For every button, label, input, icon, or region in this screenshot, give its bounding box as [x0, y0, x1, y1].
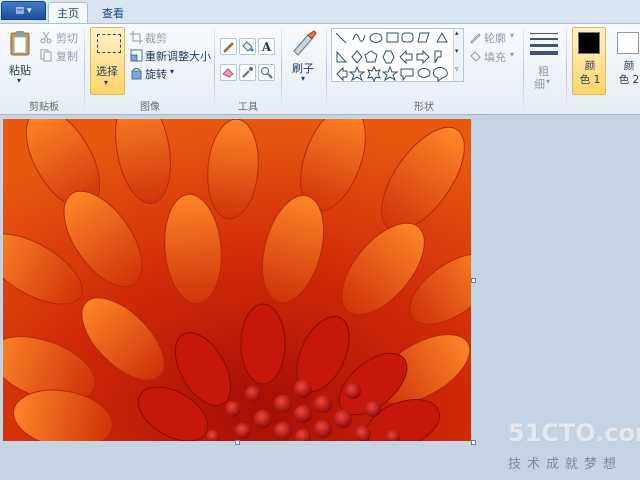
chevron-up-icon: ▴ — [455, 29, 459, 37]
dropdown-arrow-icon: ▾ — [26, 5, 32, 16]
tools-group-label: 工具 — [238, 102, 258, 113]
magnifier-icon — [261, 67, 273, 79]
text-tool[interactable]: A — [258, 38, 275, 55]
image-canvas[interactable] — [3, 119, 471, 441]
outline-icon — [470, 33, 481, 44]
paste-button[interactable]: 粘贴 ▾ — [4, 27, 36, 89]
shapes-group-label: 形状 — [414, 102, 434, 113]
color2-button[interactable]: 颜 色 2 — [611, 27, 640, 95]
scissors-icon — [40, 31, 52, 44]
group-divider — [281, 28, 282, 112]
group-divider — [326, 28, 327, 112]
rotate-button[interactable]: 旋转 — [145, 66, 167, 82]
pencil-icon — [223, 42, 234, 53]
color1-label-top: 颜 — [584, 60, 596, 72]
fill-icon — [470, 51, 481, 62]
group-divider — [523, 28, 524, 112]
resize-button[interactable]: 重新调整大小 — [145, 48, 211, 64]
text-a-icon: A — [261, 39, 272, 54]
canvas-resize-handle-bottom[interactable] — [235, 440, 240, 445]
chevron-down-icon: ▾ — [17, 76, 22, 85]
chevron-down-icon: ▾ — [104, 78, 109, 87]
canvas-resize-handle-right[interactable] — [471, 278, 476, 283]
chevron-down-icon: ▾ — [510, 31, 515, 40]
color1-button[interactable]: 颜 色 1 — [572, 27, 606, 95]
chevron-down-icon: ▾ — [455, 47, 459, 55]
eyedropper-icon — [242, 67, 253, 78]
chevron-down-icon: ▾ — [301, 74, 306, 83]
chevron-down-icon: ▾ — [546, 77, 551, 86]
size-label-bottom: 细 — [534, 78, 545, 91]
clipboard-group-label: 剪贴板 — [29, 102, 59, 113]
flower-image — [3, 119, 471, 441]
eraser-icon — [222, 68, 234, 78]
tab-view[interactable]: 查看 — [92, 2, 134, 23]
size-button[interactable]: 粗 细 ▾ — [528, 27, 562, 93]
color1-label-bottom: 色 1 — [579, 74, 601, 86]
select-button[interactable]: 选择 ▾ — [90, 27, 125, 95]
clipboard-icon — [10, 31, 30, 56]
brush-icon — [293, 30, 317, 56]
fill-button[interactable]: 填充 — [484, 49, 506, 65]
ribbon-home: 粘贴 ▾ 剪切 复制 剪贴板 选择 ▾ 裁剪 重新调整大小 旋转 ▾ 图像 A … — [0, 23, 640, 115]
rotate-icon — [131, 68, 142, 80]
select-label: 选择 — [96, 65, 118, 78]
group-divider — [84, 28, 85, 112]
app-menu-icon: ▤ — [15, 5, 24, 16]
drawing-workspace: 51CTO.com 技术成就梦想 — [0, 115, 640, 480]
resize-icon — [130, 49, 143, 62]
gallery-expand-icon: ▿ — [455, 65, 459, 73]
image-group-label: 图像 — [140, 102, 160, 113]
shapes-gallery-scrollbar[interactable]: ▴ ▾ ▿ — [453, 29, 463, 81]
color1-swatch — [578, 32, 600, 54]
copy-icon — [40, 49, 52, 62]
copy-button[interactable]: 复制 — [56, 48, 78, 64]
color2-swatch — [617, 32, 639, 54]
group-divider — [214, 28, 215, 112]
watermark-slogan: 技术成就梦想 — [508, 457, 623, 472]
brushes-button[interactable]: 刷子 ▾ — [286, 27, 322, 93]
fill-tool[interactable] — [239, 38, 256, 55]
color2-label-top: 颜 — [623, 60, 635, 72]
shapes-gallery-icons — [335, 31, 448, 82]
app-menu-button[interactable]: ▤ ▾ — [1, 1, 46, 20]
group-divider — [566, 28, 567, 112]
cut-button[interactable]: 剪切 — [56, 30, 78, 46]
ribbon-tab-row: ▤ ▾ 主页 查看 — [0, 0, 640, 23]
eraser-tool[interactable] — [220, 64, 237, 81]
canvas-resize-handle-corner[interactable] — [471, 440, 476, 445]
color-picker-tool[interactable] — [239, 64, 256, 81]
color2-label-bottom: 色 2 — [618, 74, 640, 86]
outline-button[interactable]: 轮廓 — [484, 30, 506, 46]
line-width-icon — [530, 33, 558, 55]
tab-home[interactable]: 主页 — [48, 2, 88, 23]
magnifier-tool[interactable] — [258, 64, 275, 81]
crop-button[interactable]: 裁剪 — [145, 30, 167, 46]
pencil-tool[interactable] — [220, 38, 237, 55]
select-marquee-icon — [97, 34, 121, 53]
crop-icon — [130, 31, 143, 44]
shapes-gallery[interactable]: ▴ ▾ ▿ — [331, 28, 464, 82]
chevron-down-icon: ▾ — [510, 50, 515, 59]
watermark-logo: 51CTO.com — [508, 419, 640, 447]
chevron-down-icon: ▾ — [170, 67, 175, 76]
paint-bucket-icon — [242, 41, 254, 52]
